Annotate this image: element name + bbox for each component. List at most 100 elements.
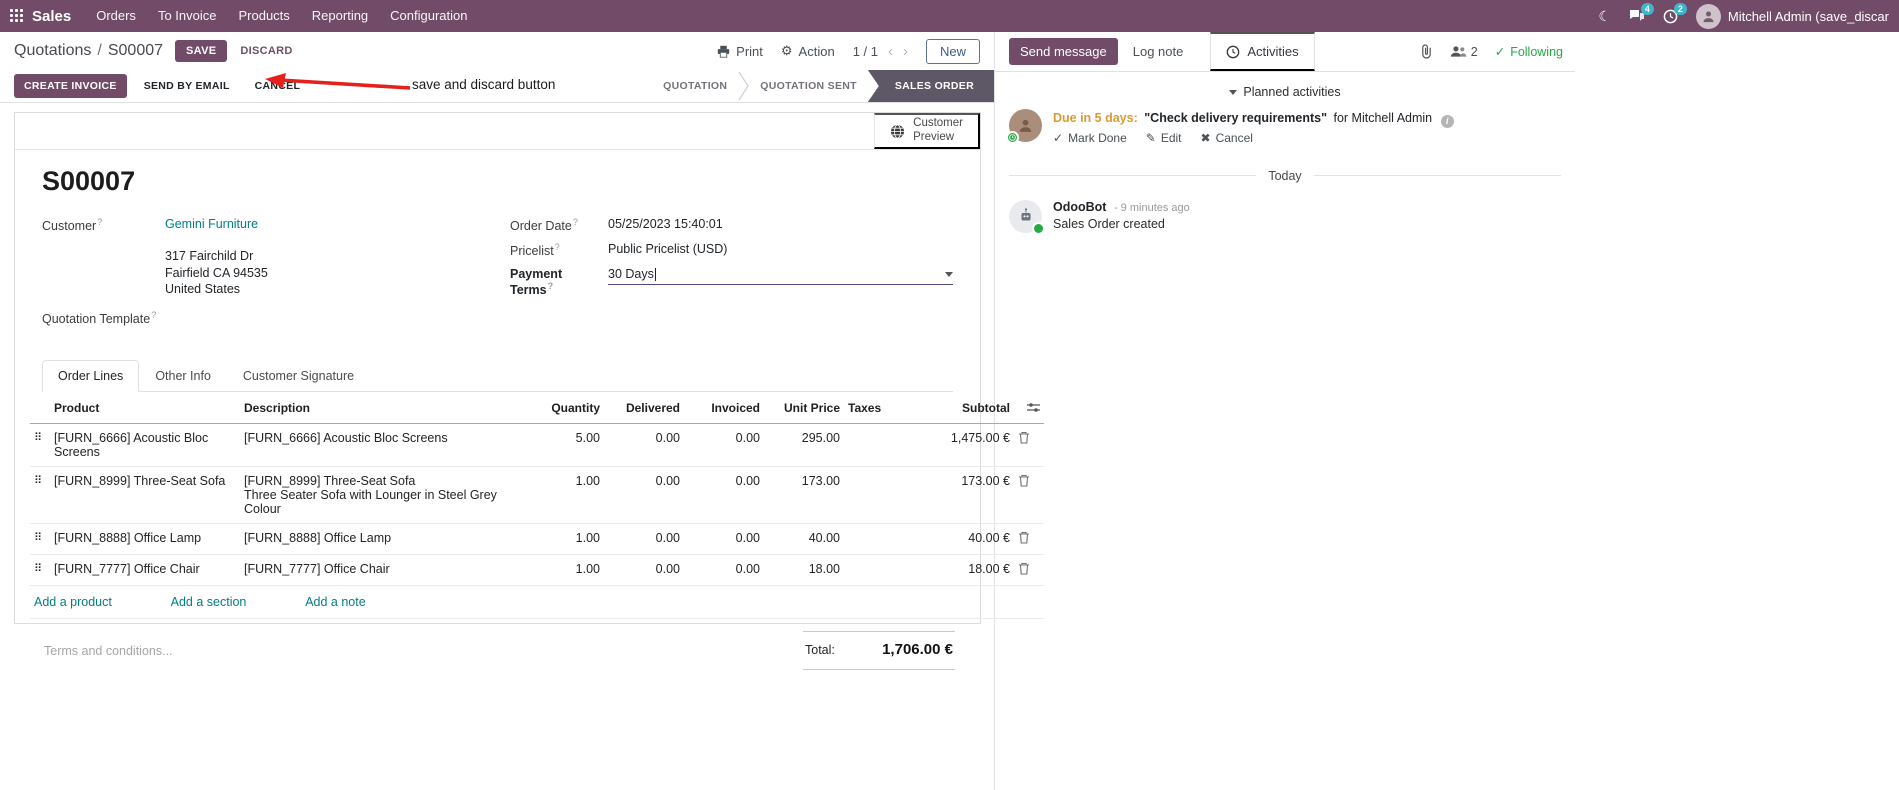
following-button[interactable]: ✓ Following (1495, 44, 1563, 60)
print-button[interactable]: Print (717, 44, 763, 59)
edit-activity-button[interactable]: ✎ Edit (1146, 131, 1182, 145)
followers-button[interactable]: 2 (1450, 45, 1478, 59)
delete-line-button[interactable] (1018, 431, 1030, 447)
create-invoice-button[interactable]: CREATE INVOICE (14, 74, 127, 98)
moon-icon[interactable]: ☾ (1598, 8, 1611, 25)
pricelist-field[interactable]: Public Pricelist (USD) (608, 242, 727, 256)
customer-link[interactable]: Gemini Furniture (165, 217, 258, 231)
unit-price-cell[interactable]: 173.00 (764, 466, 844, 524)
mark-done-button[interactable]: ✓ Mark Done (1053, 131, 1127, 145)
unit-price-cell[interactable]: 18.00 (764, 554, 844, 586)
save-button[interactable]: SAVE (175, 40, 228, 62)
app-name[interactable]: Sales (32, 8, 71, 25)
drag-handle-icon[interactable]: ⠿ (30, 466, 50, 524)
invoiced-cell[interactable]: 0.00 (684, 423, 764, 467)
subtotal-header[interactable]: Subtotal (916, 391, 1014, 424)
menu-orders[interactable]: Orders (85, 0, 147, 32)
pager-next-button[interactable]: › (903, 43, 908, 60)
taxes-header[interactable]: Taxes (844, 391, 916, 424)
order-line-row[interactable]: ⠿ [FURN_6666] Acoustic Bloc Screens [FUR… (30, 423, 1044, 467)
add-product-link[interactable]: Add a product (34, 595, 112, 609)
product-cell[interactable]: [FURN_8888] Office Lamp (50, 523, 240, 555)
send-by-email-button[interactable]: SEND BY EMAIL (136, 74, 238, 98)
quantity-cell[interactable]: 1.00 (540, 554, 604, 586)
discard-button[interactable]: DISCARD (231, 40, 301, 62)
dropdown-caret-icon[interactable] (945, 271, 953, 277)
taxes-cell[interactable] (844, 554, 916, 586)
tab-customer-signature[interactable]: Customer Signature (227, 360, 370, 392)
taxes-cell[interactable] (844, 466, 916, 524)
customer-preview-button[interactable]: Customer Preview (874, 113, 980, 149)
invoiced-cell[interactable]: 0.00 (684, 554, 764, 586)
product-header[interactable]: Product (50, 391, 240, 424)
description-cell[interactable]: [FURN_8999] Three-Seat Sofa Three Seater … (240, 466, 540, 524)
description-header[interactable]: Description (240, 391, 540, 424)
order-date-field[interactable]: 05/25/2023 15:40:01 (608, 217, 723, 231)
menu-reporting[interactable]: Reporting (301, 0, 379, 32)
activities-clock-icon[interactable]: 2 (1663, 2, 1687, 24)
description-cell[interactable]: [FURN_6666] Acoustic Bloc Screens (240, 423, 540, 467)
invoiced-cell[interactable]: 0.00 (684, 466, 764, 524)
taxes-cell[interactable] (844, 423, 916, 467)
delete-line-button[interactable] (1018, 562, 1030, 578)
payment-terms-field[interactable]: 30 Days (608, 267, 953, 286)
description-cell[interactable]: [FURN_8888] Office Lamp (240, 523, 540, 555)
tab-other-info[interactable]: Other Info (139, 360, 227, 392)
product-cell[interactable]: [FURN_6666] Acoustic Bloc Screens (50, 423, 240, 467)
invoiced-cell[interactable]: 0.00 (684, 523, 764, 555)
optional-columns-icon[interactable] (1027, 402, 1040, 416)
send-message-button[interactable]: Send message (1009, 38, 1118, 65)
quantity-cell[interactable]: 1.00 (540, 466, 604, 524)
product-cell[interactable]: [FURN_8999] Three-Seat Sofa (50, 466, 240, 524)
new-button[interactable]: New (925, 38, 980, 64)
log-note-button[interactable]: Log note (1133, 44, 1184, 59)
status-quotation[interactable]: QUOTATION (652, 70, 738, 102)
unit-price-cell[interactable]: 40.00 (764, 523, 844, 555)
tab-order-lines[interactable]: Order Lines (42, 359, 140, 392)
unit-price-header[interactable]: Unit Price (764, 391, 844, 424)
cancel-activity-button[interactable]: ✖ Cancel (1201, 131, 1253, 145)
planned-activities-header[interactable]: Planned activities (995, 85, 1575, 99)
order-line-row[interactable]: ⠿ [FURN_7777] Office Chair [FURN_7777] O… (30, 554, 1044, 586)
menu-configuration[interactable]: Configuration (379, 0, 478, 32)
menu-products[interactable]: Products (227, 0, 300, 32)
product-cell[interactable]: [FURN_7777] Office Chair (50, 554, 240, 586)
pager-previous-button[interactable]: ‹ (888, 43, 893, 60)
order-line-row[interactable]: ⠿ [FURN_8888] Office Lamp [FURN_8888] Of… (30, 523, 1044, 555)
add-note-link[interactable]: Add a note (305, 595, 365, 609)
activities-tab[interactable]: Activities (1210, 32, 1315, 71)
action-button[interactable]: ⚙ Action (781, 43, 835, 59)
delete-line-button[interactable] (1018, 474, 1030, 490)
delete-line-button[interactable] (1018, 531, 1030, 547)
description-cell[interactable]: [FURN_7777] Office Chair (240, 554, 540, 586)
activity-summary: "Check delivery requirements" (1144, 111, 1327, 125)
quantity-header[interactable]: Quantity (540, 391, 604, 424)
delivered-cell[interactable]: 0.00 (604, 523, 684, 555)
terms-and-conditions-field[interactable]: Terms and conditions... (44, 631, 173, 670)
drag-handle-icon[interactable]: ⠿ (30, 523, 50, 555)
status-quotation-sent[interactable]: QUOTATION SENT (749, 70, 868, 102)
top-navbar: Sales Orders To Invoice Products Reporti… (0, 0, 1899, 32)
messages-icon[interactable]: 4 (1629, 3, 1654, 23)
add-section-link[interactable]: Add a section (171, 595, 247, 609)
message-author[interactable]: OdooBot (1053, 200, 1106, 214)
apps-grid-icon[interactable] (10, 9, 24, 23)
drag-handle-icon[interactable]: ⠿ (30, 554, 50, 586)
quantity-cell[interactable]: 1.00 (540, 523, 604, 555)
delivered-header[interactable]: Delivered (604, 391, 684, 424)
invoiced-header[interactable]: Invoiced (684, 391, 764, 424)
quantity-cell[interactable]: 5.00 (540, 423, 604, 467)
attachments-button[interactable] (1420, 44, 1433, 59)
user-menu[interactable]: Mitchell Admin (save_discar (1695, 3, 1889, 29)
status-sales-order[interactable]: SALES ORDER (867, 70, 994, 102)
delivered-cell[interactable]: 0.00 (604, 466, 684, 524)
menu-to-invoice[interactable]: To Invoice (147, 0, 228, 32)
delivered-cell[interactable]: 0.00 (604, 423, 684, 467)
taxes-cell[interactable] (844, 523, 916, 555)
breadcrumb-quotations[interactable]: Quotations (14, 42, 91, 59)
drag-handle-icon[interactable]: ⠿ (30, 423, 50, 467)
order-line-row[interactable]: ⠿ [FURN_8999] Three-Seat Sofa [FURN_8999… (30, 466, 1044, 524)
unit-price-cell[interactable]: 295.00 (764, 423, 844, 467)
delivered-cell[interactable]: 0.00 (604, 554, 684, 586)
info-icon[interactable]: i (1440, 114, 1454, 128)
